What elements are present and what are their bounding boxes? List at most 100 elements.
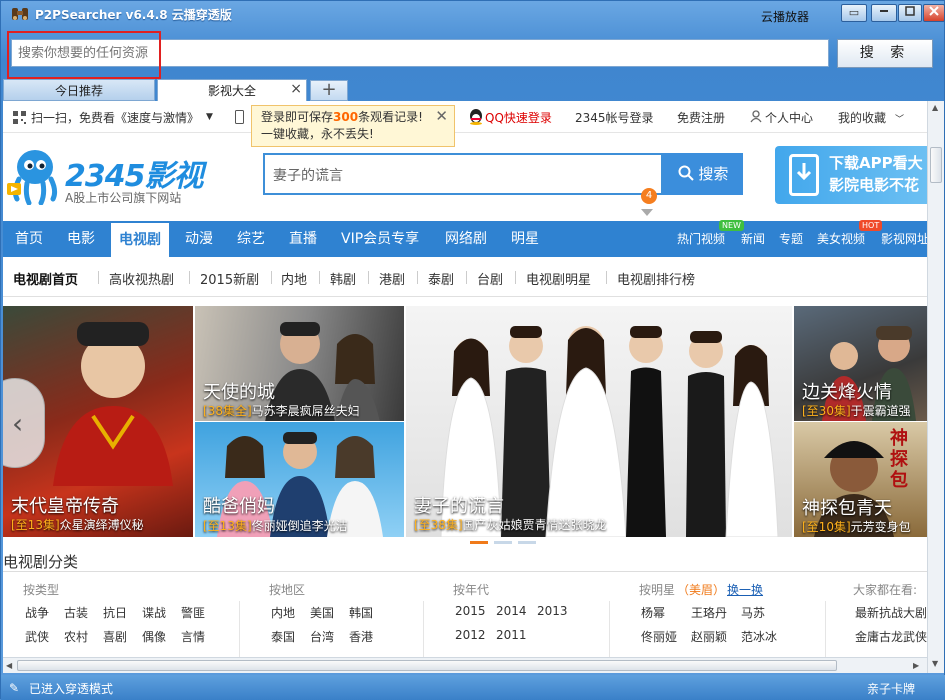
gallery-desc-text: 国产灰姑娘贾青情迷张晓龙	[462, 518, 607, 532]
scroll-right-icon[interactable]: ▶	[913, 661, 919, 670]
category-link[interactable]: 古装	[64, 604, 88, 621]
category-link[interactable]: 言情	[181, 628, 205, 645]
star-link[interactable]: 佟丽娅	[641, 628, 677, 645]
site-search-box[interactable]: 妻子的谎言	[263, 153, 663, 195]
star-link[interactable]: 王珞丹	[691, 604, 727, 621]
area-link[interactable]: 泰国	[271, 628, 295, 645]
nav-home[interactable]: 首页	[15, 221, 43, 257]
nav-stars[interactable]: 明星	[511, 221, 539, 257]
nav-vip[interactable]: VIP会员专享	[341, 221, 419, 257]
subnav-mainland[interactable]: 内地	[281, 269, 307, 288]
app-download-banner[interactable]: 下载APP看大 影院电影不花	[775, 146, 927, 204]
gallery-item[interactable]: 酷爸俏妈 [至13集]佟丽娅倒追李光洁	[195, 422, 404, 537]
star-link[interactable]: 范冰冰	[741, 628, 777, 645]
subnav-taiwan[interactable]: 台剧	[477, 269, 503, 288]
nav-anime[interactable]: 动漫	[185, 221, 213, 257]
star-tag[interactable]: （美眉）	[677, 581, 725, 598]
close-button[interactable]	[923, 4, 945, 22]
nav-tv[interactable]: 电视剧	[111, 223, 169, 257]
subnav-korean[interactable]: 韩剧	[330, 269, 356, 288]
area-link[interactable]: 美国	[310, 604, 334, 621]
site-search-input[interactable]: 妻子的谎言	[273, 165, 343, 185]
nav-site-links[interactable]: 影视网址	[881, 221, 927, 257]
status-right-link[interactable]: 亲子卡牌	[867, 680, 915, 697]
year-link[interactable]: 2014	[496, 604, 527, 618]
vertical-scrollbar[interactable]: ▲ ▼	[927, 101, 944, 673]
gallery-item[interactable]: 末代皇帝传奇 [至13集]众星演绎溥仪秘 ‹	[3, 306, 193, 537]
gallery-item[interactable]: 妻子的谎言 [至38集]国产灰姑娘贾青情迷张晓龙	[406, 306, 792, 537]
area-link[interactable]: 内地	[271, 604, 295, 621]
horizontal-scroll-thumb[interactable]	[17, 660, 837, 671]
gallery-item[interactable]: 神探包 神探包青天 [至10集]元芳变身包	[794, 422, 927, 537]
scroll-down-icon[interactable]: ▼	[932, 659, 938, 668]
watching-link[interactable]: 金庸古龙武侠	[855, 628, 927, 645]
search-dropdown-icon[interactable]	[641, 209, 653, 216]
year-link[interactable]: 2013	[537, 604, 568, 618]
gallery-item[interactable]: 边关烽火情 [至30集]于震霸道强	[794, 306, 927, 421]
year-link[interactable]: 2011	[496, 628, 527, 642]
star-link[interactable]: 马苏	[741, 604, 765, 621]
subnav-thai[interactable]: 泰剧	[428, 269, 454, 288]
scroll-up-icon[interactable]: ▲	[932, 103, 938, 112]
area-link[interactable]: 香港	[349, 628, 373, 645]
star-link[interactable]: 杨幂	[641, 604, 665, 621]
horizontal-scrollbar[interactable]: ◀ ▶	[3, 657, 927, 673]
star-link[interactable]: 赵丽颖	[691, 628, 727, 645]
scan-link[interactable]: 扫一扫，免费看《速度与激情》	[31, 109, 199, 126]
tooltip-close-icon[interactable]: ✕	[435, 108, 448, 125]
nav-movies[interactable]: 电影	[67, 221, 95, 257]
nav-hot-video[interactable]: 热门视频	[677, 221, 725, 257]
favorites-link[interactable]: 我的收藏	[838, 109, 886, 126]
qq-login-link[interactable]: QQ快速登录	[485, 109, 552, 126]
subnav-new[interactable]: 2015新剧	[200, 269, 259, 288]
minimize-button[interactable]	[871, 4, 897, 22]
cloud-player-link[interactable]: 云播放器	[761, 8, 809, 25]
watching-link[interactable]: 最新抗战大剧	[855, 604, 927, 621]
slide-dot-active[interactable]	[470, 541, 488, 544]
site-search-button[interactable]: 搜索	[663, 153, 743, 195]
year-link[interactable]: 2015	[455, 604, 486, 618]
personal-center-link[interactable]: 个人中心	[765, 109, 813, 126]
slide-dot[interactable]	[494, 541, 512, 544]
category-link[interactable]: 农村	[64, 628, 88, 645]
area-link[interactable]: 韩国	[349, 604, 373, 621]
gallery-item[interactable]: 天使的城 [38集全]马苏李晨疯屌丝夫妇	[195, 306, 404, 421]
nav-live[interactable]: 直播	[289, 221, 317, 257]
category-link[interactable]: 抗日	[103, 604, 127, 621]
subnav-rankings[interactable]: 电视剧排行榜	[617, 269, 695, 288]
vertical-scroll-thumb[interactable]	[930, 147, 942, 183]
nav-topics[interactable]: 专题	[779, 221, 803, 257]
category-link[interactable]: 喜剧	[103, 628, 127, 645]
nav-web-drama[interactable]: 网络剧	[445, 221, 487, 257]
octopus-logo-icon	[7, 150, 58, 205]
nav-beauty-video[interactable]: 美女视频	[817, 221, 865, 257]
register-link[interactable]: 免费注册	[677, 109, 725, 126]
area-link[interactable]: 台湾	[310, 628, 334, 645]
slide-dot[interactable]	[518, 541, 536, 544]
maximize-button[interactable]	[898, 4, 922, 22]
search-button[interactable]: 搜 索	[837, 39, 933, 68]
prev-slide-button[interactable]: ‹	[3, 378, 45, 468]
tab-movies[interactable]: 影视大全 ×	[157, 79, 307, 101]
subnav-hot[interactable]: 高收视热剧	[109, 269, 174, 288]
favorites-chevron-icon[interactable]: ﹀	[895, 112, 904, 125]
refresh-stars-link[interactable]: 换一换	[727, 581, 763, 598]
nav-news[interactable]: 新闻	[741, 221, 765, 257]
new-tab-button[interactable]: +	[310, 80, 348, 101]
subnav-stars[interactable]: 电视剧明星	[526, 269, 591, 288]
nav-variety[interactable]: 综艺	[237, 221, 265, 257]
scroll-left-icon[interactable]: ◀	[6, 661, 12, 670]
year-link[interactable]: 2012	[455, 628, 486, 642]
category-link[interactable]: 警匪	[181, 604, 205, 621]
close-tab-icon[interactable]: ×	[290, 78, 302, 100]
account-login-link[interactable]: 2345帐号登录	[575, 109, 654, 126]
category-link[interactable]: 战争	[25, 604, 49, 621]
category-link[interactable]: 偶像	[142, 628, 166, 645]
chevron-down-icon[interactable]: ▼	[206, 112, 213, 122]
tab-today[interactable]: 今日推荐	[3, 79, 155, 101]
category-link[interactable]: 武侠	[25, 628, 49, 645]
subnav-tv-home[interactable]: 电视剧首页	[13, 269, 78, 288]
skin-button[interactable]: ▭	[841, 4, 867, 22]
category-link[interactable]: 谍战	[142, 604, 166, 621]
subnav-hk[interactable]: 港剧	[379, 269, 405, 288]
